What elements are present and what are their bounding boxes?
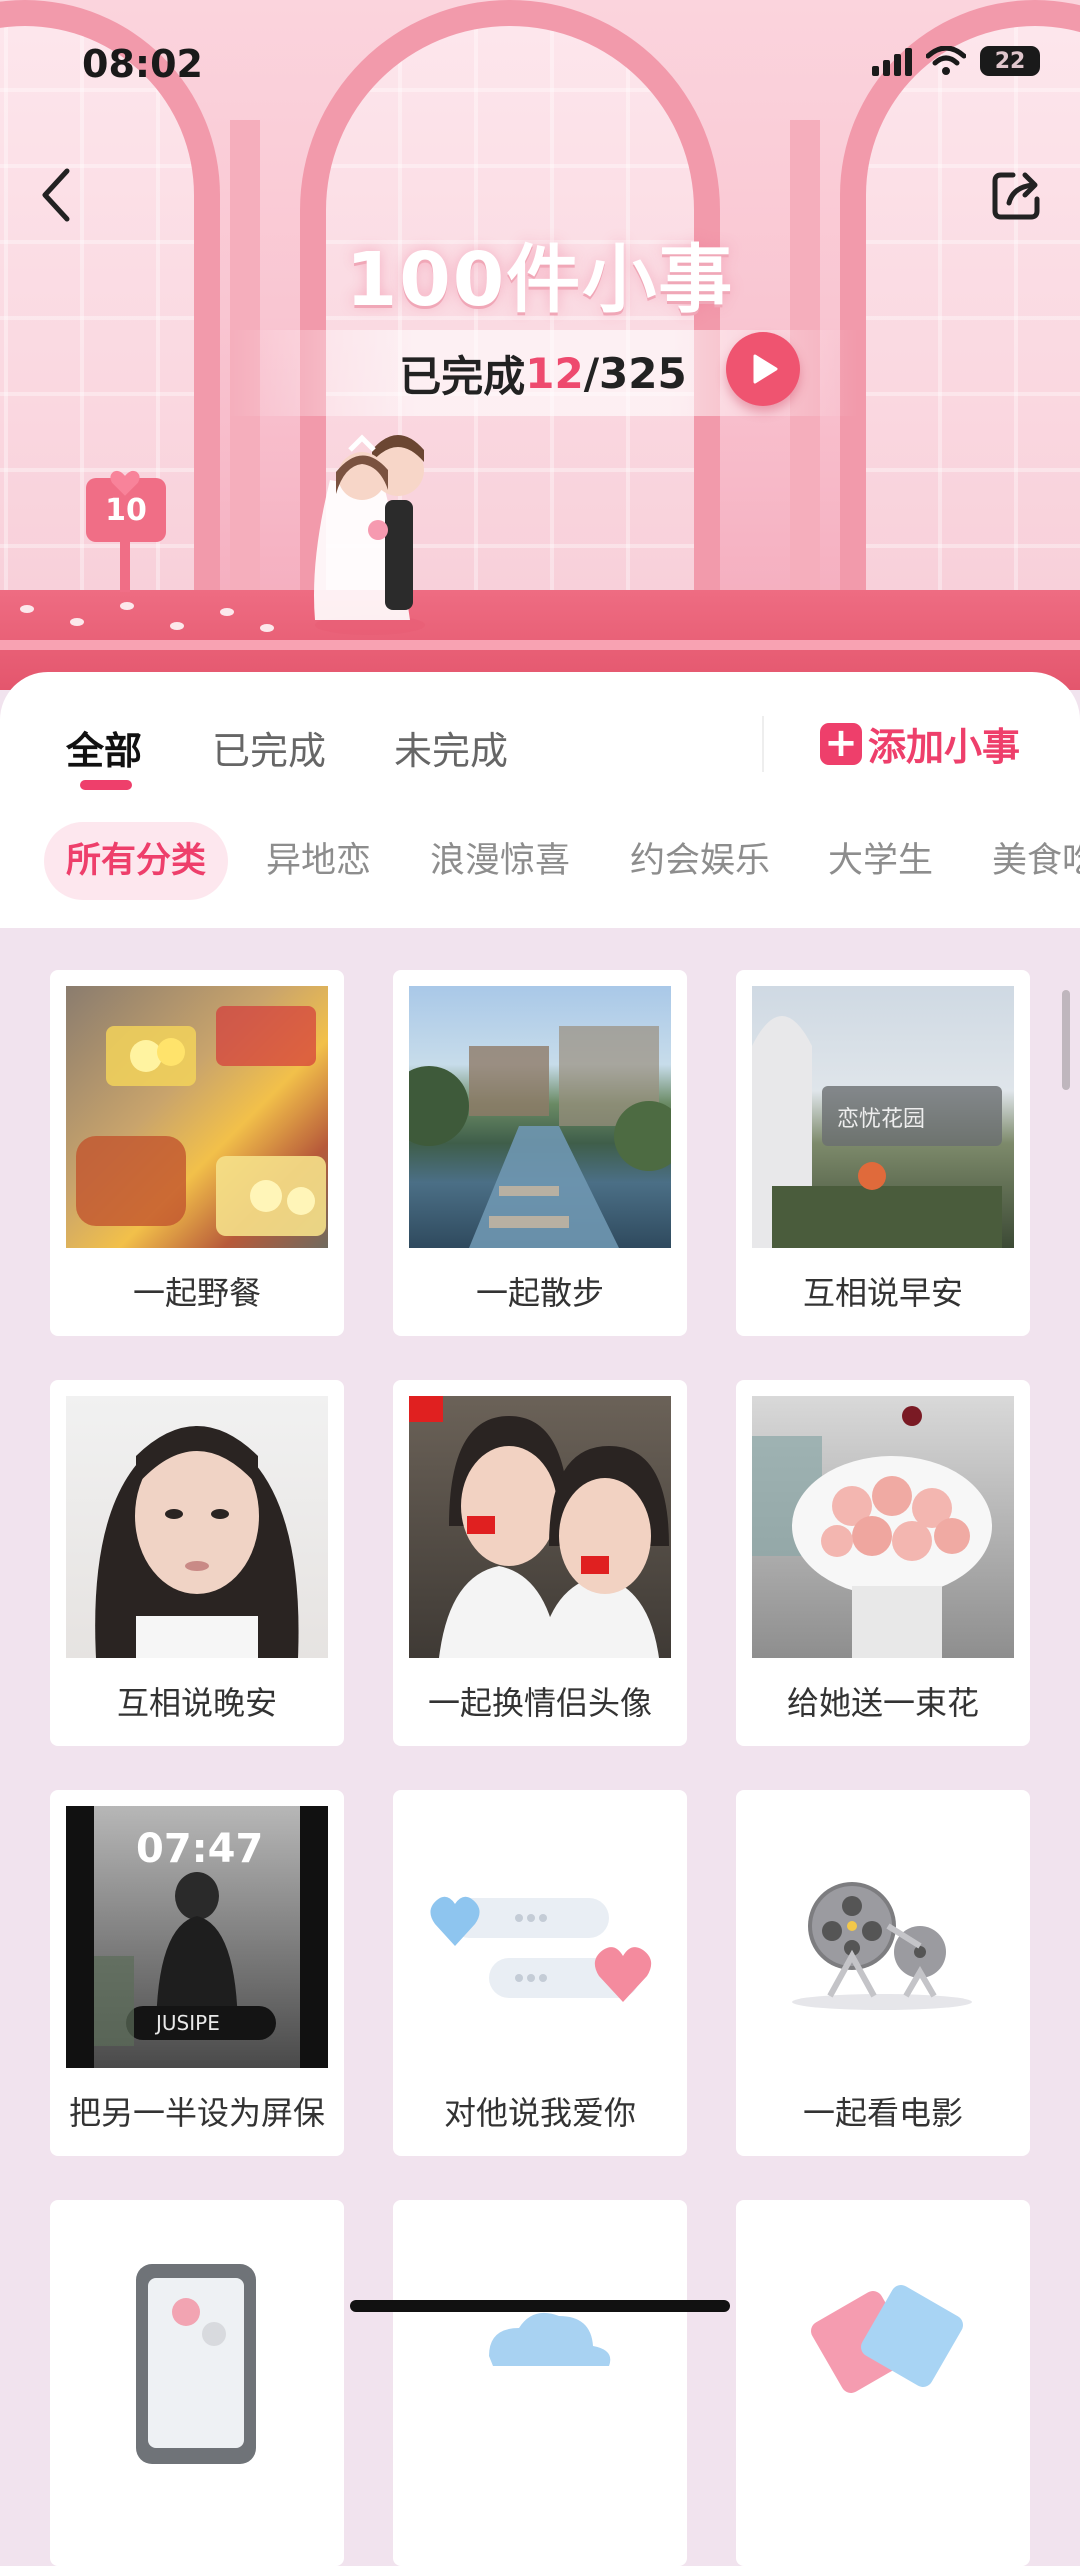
item-label: 对他说我爱你 <box>443 2094 636 2132</box>
rose-bouquet-photo <box>752 1396 1014 1658</box>
item-card[interactable] <box>736 2200 1030 2566</box>
phone-icon <box>66 2216 328 2478</box>
share-icon <box>992 172 1040 220</box>
item-label: 一起看电影 <box>802 2094 963 2132</box>
item-card[interactable]: 07:47 JUSIPE 把另一半设为屏保 <box>50 1790 344 2156</box>
category-chip-dating[interactable]: 约会娱乐 <box>630 822 770 900</box>
picnic-photo <box>66 986 328 1248</box>
category-chip-long-distance[interactable]: 异地恋 <box>266 822 371 900</box>
status-icons: 22 <box>872 46 1040 76</box>
cloud-icon <box>409 2216 671 2478</box>
completed-count: 12 <box>525 348 584 398</box>
couple-illustration-icon <box>314 434 425 635</box>
wifi-icon <box>926 46 966 75</box>
item-card[interactable]: 一起散步 <box>393 970 687 1336</box>
tab-all[interactable]: 全部 <box>66 720 142 775</box>
play-button[interactable] <box>726 332 800 406</box>
lockscreen-photo: 07:47 JUSIPE <box>66 1806 328 2068</box>
active-tab-indicator <box>80 780 132 790</box>
page-title: 100件小事 <box>345 237 735 323</box>
tab-incomplete[interactable]: 未完成 <box>394 720 508 775</box>
status-time: 08:02 <box>82 42 203 86</box>
item-card[interactable]: 恋忧花园 互相说早安 <box>736 970 1030 1336</box>
film-projector-icon <box>752 1806 1014 2068</box>
item-label: 一起换情侣头像 <box>427 1684 652 1722</box>
svg-text:JUSIPE: JUSIPE <box>154 2011 220 2035</box>
item-label: 把另一半设为屏保 <box>68 2094 325 2132</box>
chat-hearts-icon <box>409 1806 671 2068</box>
item-card[interactable]: 一起换情侣头像 <box>393 1380 687 1746</box>
chevron-left-icon <box>42 168 70 222</box>
svg-text:恋忧花园: 恋忧花园 <box>837 1107 925 1132</box>
selfie-photo <box>66 1396 328 1658</box>
item-card[interactable]: 互相说晚安 <box>50 1380 344 1746</box>
item-card[interactable]: 给她送一束花 <box>736 1380 1030 1746</box>
tab-completed[interactable]: 已完成 <box>212 720 326 775</box>
stage-edge <box>0 640 1080 650</box>
item-card[interactable]: 一起野餐 <box>50 970 344 1336</box>
category-chip-romantic[interactable]: 浪漫惊喜 <box>430 822 570 900</box>
item-label: 互相说早安 <box>802 1274 963 1312</box>
scrollbar[interactable] <box>1062 990 1070 1090</box>
cellular-signal-icon <box>872 46 912 76</box>
plus-icon: + <box>820 722 862 765</box>
category-chips: 所有分类 异地恋 浪漫惊喜 约会娱乐 大学生 美食吃 <box>0 822 1080 902</box>
item-label: 互相说晚安 <box>116 1684 277 1722</box>
category-chip-food[interactable]: 美食吃 <box>992 822 1080 900</box>
total-count: /325 <box>583 348 687 398</box>
home-indicator[interactable] <box>350 2300 730 2312</box>
item-label: 给她送一束花 <box>786 1684 979 1722</box>
heart-icon <box>110 470 140 496</box>
garden-entrance-photo: 恋忧花园 <box>752 986 1014 1248</box>
cards-icon <box>752 2216 1014 2478</box>
add-item-button[interactable]: + 添加小事 <box>820 716 1020 771</box>
item-card[interactable]: 一起看电影 <box>736 1790 1030 2156</box>
svg-text:07:47: 07:47 <box>136 1826 263 1872</box>
garden-canal-photo <box>409 986 671 1248</box>
battery-icon: 22 <box>980 46 1040 76</box>
item-label: 一起散步 <box>475 1274 604 1312</box>
item-label: 一起野餐 <box>132 1274 261 1312</box>
category-chip-all[interactable]: 所有分类 <box>44 822 229 900</box>
play-icon <box>753 354 778 384</box>
category-chip-college[interactable]: 大学生 <box>828 822 933 900</box>
couple-selfie-photo <box>409 1396 671 1658</box>
item-card[interactable]: 对他说我爱你 <box>393 1790 687 2156</box>
item-card[interactable] <box>50 2200 344 2566</box>
item-card[interactable] <box>393 2200 687 2566</box>
